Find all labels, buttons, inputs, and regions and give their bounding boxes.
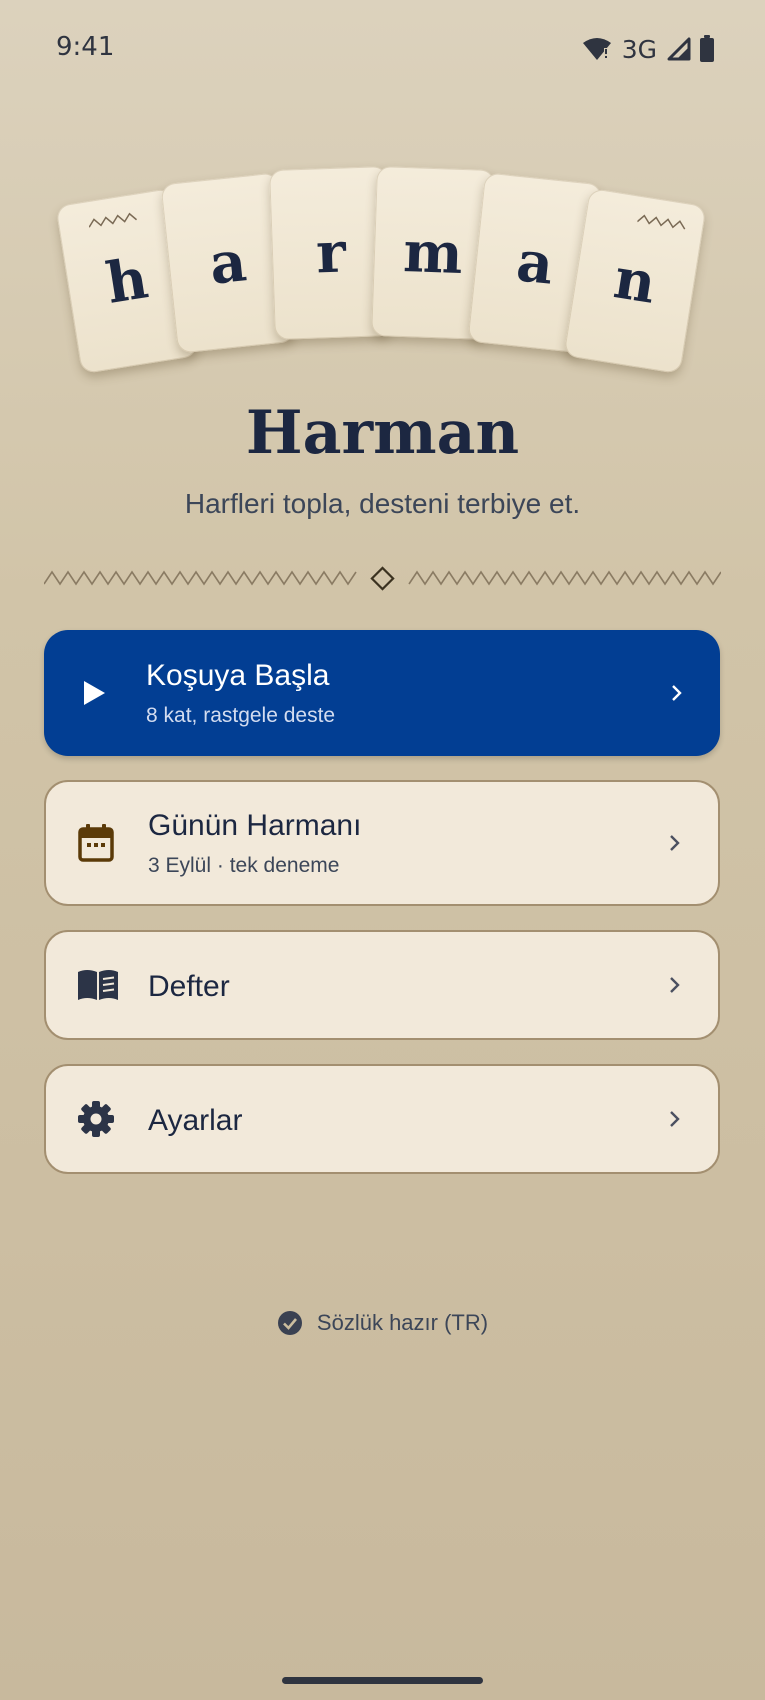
- logo-letter: a: [206, 228, 250, 298]
- signal-icon: [667, 37, 691, 61]
- start-run-subtitle: 8 kat, rastgele deste: [146, 704, 336, 727]
- settings-button[interactable]: Ayarlar: [44, 1064, 720, 1174]
- gear-icon: [76, 1099, 116, 1139]
- daily-harman-button[interactable]: Günün Harmanı 3 Eylül · tek deneme: [44, 780, 720, 906]
- logo-cards: h a r m a n: [0, 160, 765, 400]
- calendar-icon: [76, 823, 116, 863]
- logo-letter: h: [101, 245, 153, 317]
- zigzag-ornament-icon: [88, 212, 138, 228]
- diamond-icon: [370, 566, 395, 591]
- status-bar: 9:41 3G: [0, 0, 765, 96]
- dictionary-status-text: Sözlük hazır (TR): [316, 1310, 489, 1335]
- settings-title: Ayarlar: [148, 1104, 243, 1137]
- home-indicator[interactable]: [282, 1677, 483, 1684]
- dictionary-status: Sözlük hazır (TR): [0, 1310, 765, 1336]
- book-icon: [76, 965, 120, 1005]
- check-circle-icon: [277, 1311, 302, 1335]
- logo-letter: r: [315, 219, 347, 287]
- zigzag-ornament-icon: [637, 214, 686, 230]
- daily-harman-title: Günün Harmanı: [148, 809, 362, 842]
- chevron-right-icon: [670, 1111, 680, 1127]
- notebook-button[interactable]: Defter: [44, 930, 720, 1040]
- app-subtitle: Harfleri topla, desteni terbiye et.: [184, 488, 581, 519]
- logo-letter: a: [513, 228, 557, 298]
- network-type: 3G: [621, 34, 657, 64]
- chevron-right-icon: [672, 685, 682, 701]
- logo-card-6: n: [563, 187, 707, 375]
- app-title: Harman: [245, 398, 520, 468]
- status-time: 9:41: [56, 32, 115, 62]
- notebook-title: Defter: [148, 970, 230, 1003]
- start-run-title: Koşuya Başla: [146, 659, 330, 692]
- daily-harman-subtitle: 3 Eylül · tek deneme: [148, 854, 340, 877]
- start-run-button[interactable]: Koşuya Başla 8 kat, rastgele deste: [44, 630, 720, 756]
- logo-letter: n: [609, 245, 661, 317]
- battery-icon: [700, 35, 714, 62]
- wifi-icon: [582, 38, 611, 60]
- zigzag-divider: [44, 566, 721, 591]
- status-icons: 3G: [582, 32, 715, 66]
- play-icon: [74, 673, 114, 713]
- chevron-right-icon: [670, 977, 680, 993]
- logo-letter: m: [402, 218, 464, 288]
- chevron-right-icon: [670, 835, 680, 851]
